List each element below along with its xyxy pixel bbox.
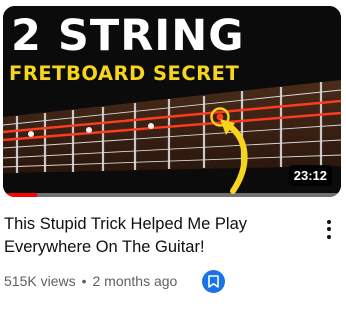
thumbnail-headline: 2 STRING xyxy=(11,11,245,61)
duration-badge: 23:12 xyxy=(288,165,332,186)
bookmark-icon[interactable] xyxy=(202,270,225,293)
video-metadata: 515K views • 2 months ago xyxy=(4,271,177,291)
watch-progress-bar xyxy=(3,193,341,197)
view-count: 515K views xyxy=(4,273,76,289)
bookmark-glyph xyxy=(208,275,219,288)
video-thumbnail[interactable]: 2 STRING FRETBOARD SECRET 23:12 xyxy=(3,6,341,197)
video-title[interactable]: This Stupid Trick Helped Me Play Everywh… xyxy=(4,213,304,259)
thumbnail-subheadline: FRETBOARD SECRET xyxy=(9,62,240,85)
menu-dot xyxy=(327,234,331,239)
more-vert-icon[interactable] xyxy=(318,216,340,242)
upload-age: 2 months ago xyxy=(92,273,178,289)
meta-separator: • xyxy=(81,273,87,289)
menu-dot xyxy=(327,227,331,231)
watch-progress-fill xyxy=(3,193,37,197)
video-card: 2 STRING FRETBOARD SECRET 23:12 This Stu… xyxy=(0,0,346,310)
menu-dot xyxy=(327,219,331,224)
